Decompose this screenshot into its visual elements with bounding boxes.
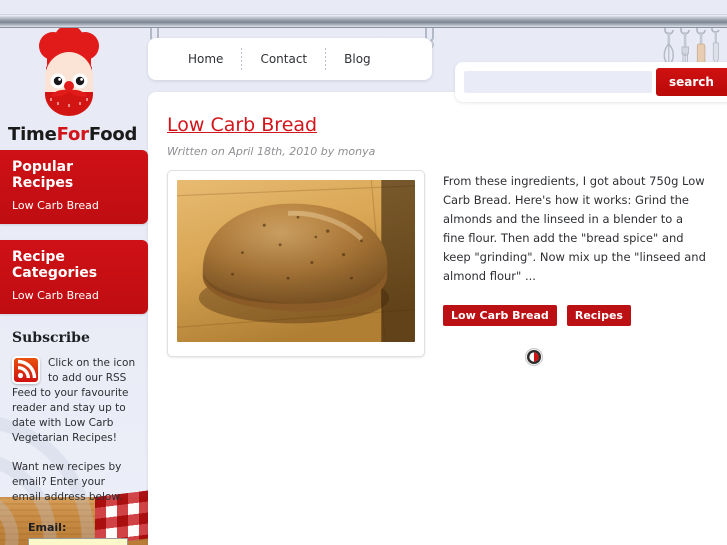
nav-separator xyxy=(325,48,327,70)
search-button[interactable]: search xyxy=(656,68,727,96)
sidebar: Popular Recipes Low Carb Bread Recipe Ca… xyxy=(0,150,148,545)
search-panel: search xyxy=(455,62,727,102)
main-navigation: Home Contact Blog xyxy=(148,38,432,80)
knife-icon xyxy=(712,32,719,65)
share-row xyxy=(525,348,708,370)
share-this-icon[interactable] xyxy=(525,348,543,366)
post-title[interactable]: Low Carb Bread xyxy=(167,114,317,136)
logo-word-time: Time xyxy=(8,124,57,145)
whisk-icon xyxy=(663,32,675,66)
bread-photo xyxy=(177,180,415,342)
sidebar-popular-recipes: Popular Recipes Low Carb Bread xyxy=(0,150,148,224)
post-body: From these ingredients, I got about 750g… xyxy=(167,170,708,370)
subscribe-rss-row: Click on the icon to add our RSS Feed to… xyxy=(12,356,136,446)
rss-feed-icon[interactable] xyxy=(12,356,40,384)
logo-word-for: For xyxy=(56,124,89,145)
subscribe-text-email: Want new recipes by email? Enter your em… xyxy=(12,461,123,503)
logo-word-food: Food xyxy=(88,124,138,145)
post-tags: Low Carb Bread Recipes xyxy=(443,304,708,326)
nav-separator xyxy=(241,48,243,70)
sidebar-subscribe: Subscribe Click on the icon to add our R… xyxy=(0,330,148,545)
chef-timer-icon xyxy=(39,25,99,116)
fork-icon xyxy=(681,32,689,62)
post-text-column: From these ingredients, I got about 750g… xyxy=(443,170,708,370)
sidebar-categories-heading: Recipe Categories xyxy=(12,249,98,281)
spatula-icon xyxy=(696,32,706,65)
tag-low-carb-bread[interactable]: Low Carb Bread xyxy=(443,305,557,326)
sidebar-popular-heading: Popular Recipes xyxy=(12,159,74,191)
sidebar-category-item-low-carb-bread[interactable]: Low Carb Bread xyxy=(12,289,136,302)
email-label: Email: xyxy=(28,521,67,534)
sidebar-recipe-categories: Recipe Categories Low Carb Bread xyxy=(0,240,148,314)
tag-recipes[interactable]: Recipes xyxy=(566,305,631,326)
email-field[interactable] xyxy=(28,538,128,545)
search-input[interactable] xyxy=(464,71,652,93)
sidebar-popular-item-low-carb-bread[interactable]: Low Carb Bread xyxy=(12,199,136,212)
nav-item-blog[interactable]: Blog xyxy=(332,52,383,66)
post-meta: Written on April 18th, 2010 by monya xyxy=(167,145,376,158)
nav-item-home[interactable]: Home xyxy=(176,52,235,66)
main-content: Low Carb Bread Written on April 18th, 20… xyxy=(148,92,727,545)
post-thumbnail[interactable] xyxy=(167,170,425,357)
post-excerpt: From these ingredients, I got about 750g… xyxy=(443,174,706,283)
nav-item-contact[interactable]: Contact xyxy=(248,52,319,66)
kitchen-rail xyxy=(0,14,727,28)
site-logo[interactable]: TimeForFood xyxy=(8,25,137,145)
logo-wordmark: TimeForFood xyxy=(8,124,137,145)
subscribe-heading: Subscribe xyxy=(12,330,90,346)
